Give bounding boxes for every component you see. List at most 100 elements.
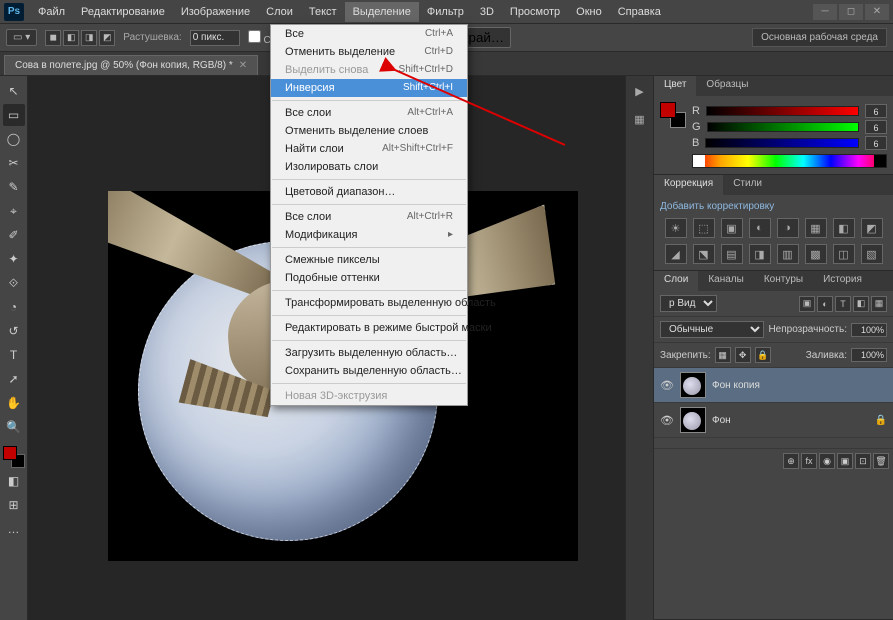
layer-action-icon[interactable]: ⊡ xyxy=(855,453,871,469)
tool-extra[interactable]: … xyxy=(3,518,25,540)
layer-action-icon[interactable]: 🗑 xyxy=(873,453,889,469)
tool-9[interactable]: ◔ xyxy=(3,296,25,318)
adjustment-icon[interactable]: ◫ xyxy=(833,244,855,264)
g-slider[interactable] xyxy=(707,122,859,132)
menu-item[interactable]: Цветовой диапазон… xyxy=(271,183,467,201)
menu-изображение[interactable]: Изображение xyxy=(173,2,258,22)
tab-swatches[interactable]: Образцы xyxy=(696,76,758,96)
tab-styles[interactable]: Стили xyxy=(723,175,772,195)
adjustment-icon[interactable]: ☀ xyxy=(665,218,687,238)
menu-item[interactable]: Модификация▸ xyxy=(271,226,467,244)
layer-filter-select[interactable]: p Вид xyxy=(660,295,717,312)
visibility-icon[interactable]: 👁 xyxy=(660,414,674,427)
fill-input[interactable] xyxy=(851,348,887,362)
adjustment-icon[interactable]: ◢ xyxy=(665,244,687,264)
menu-item[interactable]: Трансформировать выделенную область xyxy=(271,294,467,312)
b-value[interactable]: 6 xyxy=(865,136,887,150)
layer-thumb[interactable] xyxy=(680,407,706,433)
adjustment-icon[interactable]: ▤ xyxy=(721,244,743,264)
b-slider[interactable] xyxy=(705,138,859,148)
adjustment-icon[interactable]: ▩ xyxy=(805,244,827,264)
menu-item[interactable]: Сохранить выделенную область… xyxy=(271,362,467,380)
tool-14[interactable]: 🔍 xyxy=(3,416,25,438)
tab-channels[interactable]: Каналы xyxy=(698,271,754,291)
adjustment-icon[interactable]: ◐ xyxy=(749,218,771,238)
tool-0[interactable]: ↖ xyxy=(3,80,25,102)
layer-filter-icon[interactable]: T xyxy=(835,296,851,312)
layer-filter-icon[interactable]: ◐ xyxy=(817,296,833,312)
menu-item[interactable]: Редактировать в режиме быстрой маски xyxy=(271,319,467,337)
menu-просмотр[interactable]: Просмотр xyxy=(502,2,568,22)
tool-6[interactable]: ✐ xyxy=(3,224,25,246)
layer-row[interactable]: 👁Фон🔒 xyxy=(654,403,893,438)
menu-item[interactable]: ИнверсияShift+Ctrl+I xyxy=(271,79,467,97)
tab-paths[interactable]: Контуры xyxy=(754,271,813,291)
new-selection-icons[interactable]: ◼◧◨◩ xyxy=(45,30,115,46)
opacity-input[interactable] xyxy=(851,323,887,337)
adjustment-icon[interactable]: ▥ xyxy=(777,244,799,264)
menu-item[interactable]: Загрузить выделенную область… xyxy=(271,344,467,362)
layer-action-icon[interactable]: ◉ xyxy=(819,453,835,469)
tool-3[interactable]: ✂ xyxy=(3,152,25,174)
workspace-switcher[interactable]: Основная рабочая среда xyxy=(752,28,887,47)
tool-1[interactable]: ▭ xyxy=(3,104,25,126)
lock-pixels-icon[interactable]: ▦ xyxy=(715,347,731,363)
tool-13[interactable]: ✋ xyxy=(3,392,25,414)
lock-all-icon[interactable]: 🔒 xyxy=(755,347,771,363)
layer-action-icon[interactable]: ▣ xyxy=(837,453,853,469)
tool-extra[interactable]: ⊞ xyxy=(3,494,25,516)
tab-color[interactable]: Цвет xyxy=(654,76,696,96)
menu-item[interactable]: Все слоиAlt+Ctrl+A xyxy=(271,104,467,122)
menu-файл[interactable]: Файл xyxy=(30,2,73,22)
adjustment-icon[interactable]: ▦ xyxy=(805,218,827,238)
layer-action-icon[interactable]: fx xyxy=(801,453,817,469)
layer-filter-icon[interactable]: ◧ xyxy=(853,296,869,312)
menu-item[interactable]: Подобные оттенки xyxy=(271,269,467,287)
tab-adjustments[interactable]: Коррекция xyxy=(654,175,723,195)
adjustment-icon[interactable]: ◧ xyxy=(833,218,855,238)
menu-выделение[interactable]: Выделение xyxy=(345,2,419,22)
strip-play-icon[interactable]: ▶ xyxy=(631,82,649,100)
tool-12[interactable]: ➚ xyxy=(3,368,25,390)
menu-текст[interactable]: Текст xyxy=(301,2,345,22)
adjustment-icon[interactable]: ◑ xyxy=(777,218,799,238)
window-minimize-button[interactable]: ─ xyxy=(813,4,837,20)
add-adjustment-link[interactable]: Добавить корректировку xyxy=(660,201,887,212)
menu-item[interactable]: Отменить выделение слоев xyxy=(271,122,467,140)
tab-layers[interactable]: Слои xyxy=(654,271,698,291)
blend-mode-select[interactable]: Обычные xyxy=(660,321,764,338)
window-restore-button[interactable]: ◻ xyxy=(839,4,863,20)
spectrum-bar[interactable] xyxy=(692,154,887,168)
tool-10[interactable]: ↺ xyxy=(3,320,25,342)
r-value[interactable]: 6 xyxy=(865,104,887,118)
menu-item[interactable]: Смежные пикселы xyxy=(271,251,467,269)
menu-item[interactable]: Найти слоиAlt+Shift+Ctrl+F xyxy=(271,140,467,158)
menu-item[interactable]: Отменить выделениеCtrl+D xyxy=(271,43,467,61)
document-close-icon[interactable]: ✕ xyxy=(239,60,247,71)
strip-grid-icon[interactable]: ▦ xyxy=(631,110,649,128)
menu-3d[interactable]: 3D xyxy=(472,2,502,22)
menu-item[interactable]: Изолировать слои xyxy=(271,158,467,176)
menu-фильтр[interactable]: Фильтр xyxy=(419,2,472,22)
tab-history[interactable]: История xyxy=(813,271,872,291)
menu-справка[interactable]: Справка xyxy=(610,2,669,22)
window-close-button[interactable]: ✕ xyxy=(865,4,889,20)
tool-5[interactable]: ⌖ xyxy=(3,200,25,222)
layer-thumb[interactable] xyxy=(680,372,706,398)
lock-position-icon[interactable]: ✥ xyxy=(735,347,751,363)
tool-preset-chip[interactable]: ▭ ▾ xyxy=(6,29,37,46)
tool-7[interactable]: ✦ xyxy=(3,248,25,270)
layer-action-icon[interactable]: ⊕ xyxy=(783,453,799,469)
document-tab[interactable]: Сова в полете.jpg @ 50% (Фон копия, RGB/… xyxy=(4,55,258,75)
tool-4[interactable]: ✎ xyxy=(3,176,25,198)
feather-input[interactable] xyxy=(190,30,240,46)
menu-слои[interactable]: Слои xyxy=(258,2,301,22)
tool-2[interactable]: ◯ xyxy=(3,128,25,150)
tool-11[interactable]: T xyxy=(3,344,25,366)
menu-item[interactable]: ВсеCtrl+A xyxy=(271,25,467,43)
tool-extra[interactable]: ◧ xyxy=(3,470,25,492)
adjustment-icon[interactable]: ▧ xyxy=(861,244,883,264)
menu-редактирование[interactable]: Редактирование xyxy=(73,2,173,22)
panel-swatches[interactable] xyxy=(660,102,686,128)
layer-filter-icon[interactable]: ▦ xyxy=(871,296,887,312)
